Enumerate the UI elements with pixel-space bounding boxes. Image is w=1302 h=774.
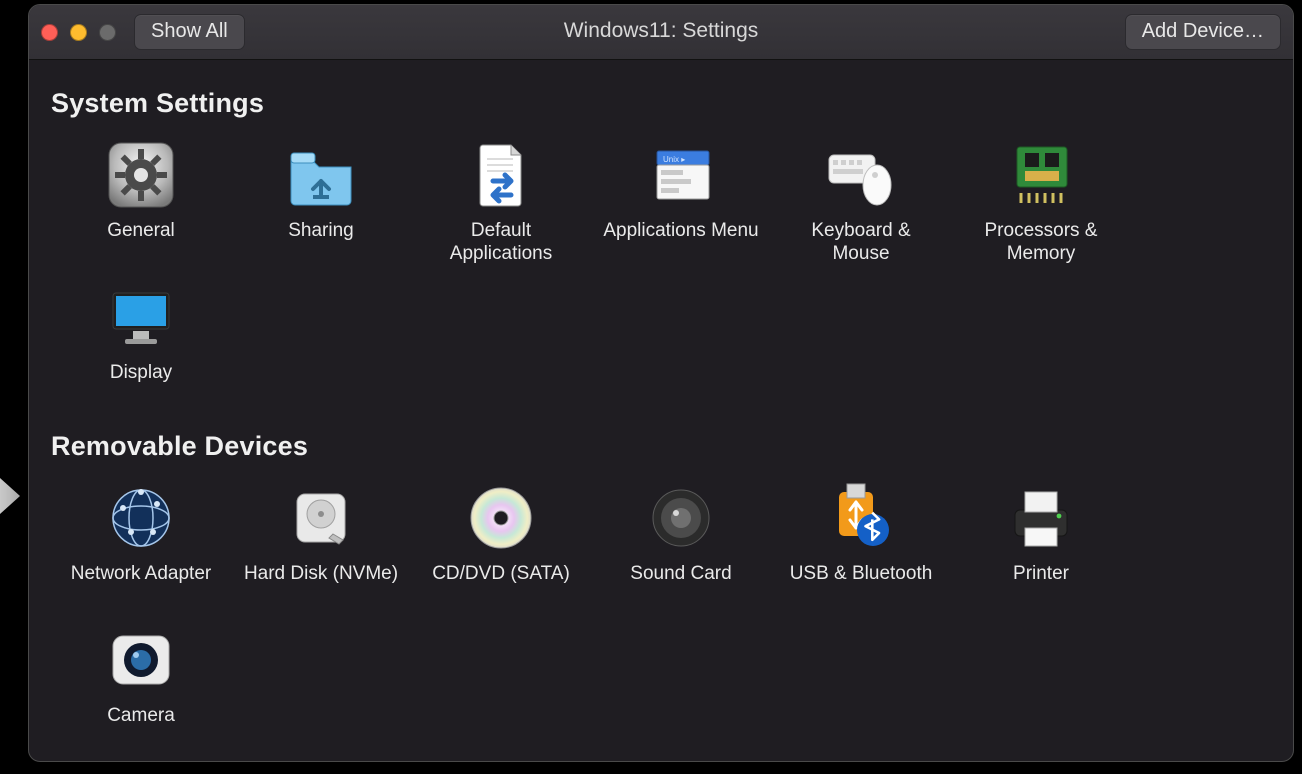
item-label: CD/DVD (SATA): [432, 562, 570, 608]
keyboard-mouse-icon: [823, 137, 899, 213]
svg-text:Unix ▸: Unix ▸: [663, 155, 685, 164]
item-usb-bluetooth[interactable]: USB & Bluetooth: [771, 472, 951, 614]
section-header-removable: Removable Devices: [51, 431, 1271, 462]
item-default-applications[interactable]: Default Applications: [411, 129, 591, 271]
item-applications-menu[interactable]: Unix ▸ Applications Menu: [591, 129, 771, 271]
item-label: Printer: [1013, 562, 1069, 608]
item-general[interactable]: General: [51, 129, 231, 271]
item-label: Applications Menu: [603, 219, 758, 265]
item-label: Display: [110, 361, 172, 407]
item-label: Processors & Memory: [961, 219, 1121, 265]
default-apps-icon: [463, 137, 539, 213]
item-label: Sound Card: [630, 562, 731, 608]
window-controls: [41, 24, 116, 41]
settings-window: Show All Windows11: Settings Add Device……: [28, 4, 1294, 762]
item-keyboard-mouse[interactable]: Keyboard & Mouse: [771, 129, 951, 271]
speaker-icon: [643, 480, 719, 556]
printer-icon: [1003, 480, 1079, 556]
item-label: Network Adapter: [71, 562, 211, 608]
item-network-adapter[interactable]: Network Adapter: [51, 472, 231, 614]
section-removable-grid: Network Adapter Hard Disk (NVMe): [51, 472, 1271, 756]
item-hard-disk[interactable]: Hard Disk (NVMe): [231, 472, 411, 614]
item-printer[interactable]: Printer: [951, 472, 1131, 614]
item-label: Sharing: [288, 219, 354, 265]
item-sound-card[interactable]: Sound Card: [591, 472, 771, 614]
item-cd-dvd[interactable]: CD/DVD (SATA): [411, 472, 591, 614]
item-label: Camera: [107, 704, 175, 750]
item-processors-memory[interactable]: Processors & Memory: [951, 129, 1131, 271]
fullscreen-window-button[interactable]: [99, 24, 116, 41]
cpu-ram-icon: [1003, 137, 1079, 213]
item-label: USB & Bluetooth: [790, 562, 933, 608]
minimize-window-button[interactable]: [70, 24, 87, 41]
parent-window-arrow-icon: [0, 478, 20, 514]
show-all-button[interactable]: Show All: [134, 14, 245, 50]
gear-tile-icon: [103, 137, 179, 213]
network-globe-icon: [103, 480, 179, 556]
add-device-button[interactable]: Add Device…: [1125, 14, 1281, 50]
optical-disc-icon: [463, 480, 539, 556]
window-toolbar: Show All Windows11: Settings Add Device…: [29, 5, 1293, 60]
item-label: Hard Disk (NVMe): [244, 562, 398, 608]
applications-menu-icon: Unix ▸: [643, 137, 719, 213]
close-window-button[interactable]: [41, 24, 58, 41]
item-label: Default Applications: [421, 219, 581, 265]
item-label: General: [107, 219, 175, 265]
display-monitor-icon: [103, 279, 179, 355]
usb-bluetooth-icon: [823, 480, 899, 556]
hard-disk-icon: [283, 480, 359, 556]
settings-content: System Settings: [29, 60, 1293, 762]
item-camera[interactable]: Camera: [51, 614, 231, 756]
item-label: Keyboard & Mouse: [781, 219, 941, 265]
section-system-grid: General Sharing: [51, 129, 1271, 413]
item-display[interactable]: Display: [51, 271, 231, 413]
sharing-folder-icon: [283, 137, 359, 213]
section-header-system: System Settings: [51, 88, 1271, 119]
camera-icon: [103, 622, 179, 698]
item-sharing[interactable]: Sharing: [231, 129, 411, 271]
